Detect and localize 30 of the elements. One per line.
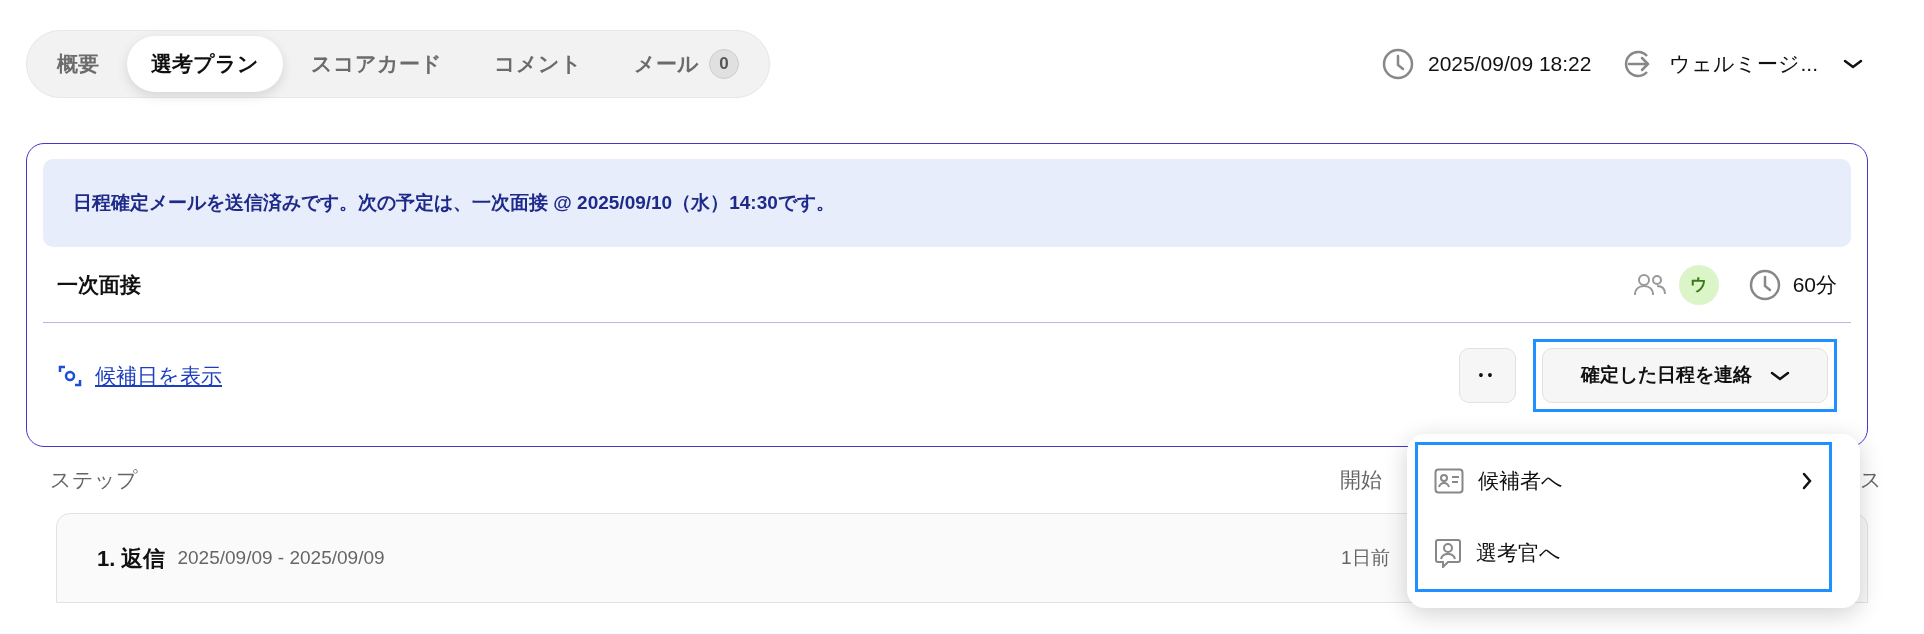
clock-icon (1382, 48, 1414, 80)
avatar: ウ (1678, 264, 1719, 305)
column-header: 開始 (1340, 467, 1382, 494)
step-dates: 2025/09/09 - 2025/09/09 (177, 545, 385, 570)
column-header: ス (1860, 467, 1882, 494)
notify-dropdown-button[interactable]: 確定した日程を連絡 (1542, 348, 1828, 403)
tab[interactable]: コメント (470, 36, 606, 92)
user-speech-icon (1434, 538, 1462, 568)
chevron-right-icon (1801, 471, 1813, 491)
datetime-text: 2025/09/09 18:22 (1428, 51, 1592, 78)
clock-icon (1748, 268, 1781, 301)
more-button[interactable]: •• (1459, 348, 1516, 403)
show-candidates-link[interactable]: 候補日を表示 (95, 359, 222, 392)
people-icon (1632, 272, 1667, 297)
stage-title: 一次面接 (57, 271, 141, 298)
id-card-icon (1434, 468, 1464, 494)
duration-text: 60分 (1792, 271, 1837, 298)
tab[interactable]: メール 0 (610, 36, 763, 92)
chevron-down-icon[interactable] (1842, 57, 1864, 71)
column-header: ステップ (50, 467, 138, 494)
step-title: 1. 返信 (97, 544, 166, 573)
chevron-down-icon (1769, 369, 1790, 382)
step-start: 1日前 (1341, 545, 1390, 570)
menu-item[interactable]: 選考官へ (1418, 517, 1829, 589)
user-name[interactable]: ウェルミージ... (1669, 48, 1818, 80)
notice-banner: 日程確定メールを送信済みです。次の予定は、一次面接 @ 2025/09/10（水）14:30です。 (43, 159, 1851, 247)
tab[interactable]: スコアカード (287, 36, 466, 92)
tab[interactable]: 選考プラン (127, 36, 283, 92)
tab[interactable]: 概要 (33, 36, 123, 92)
count-badge: 0 (709, 49, 739, 79)
